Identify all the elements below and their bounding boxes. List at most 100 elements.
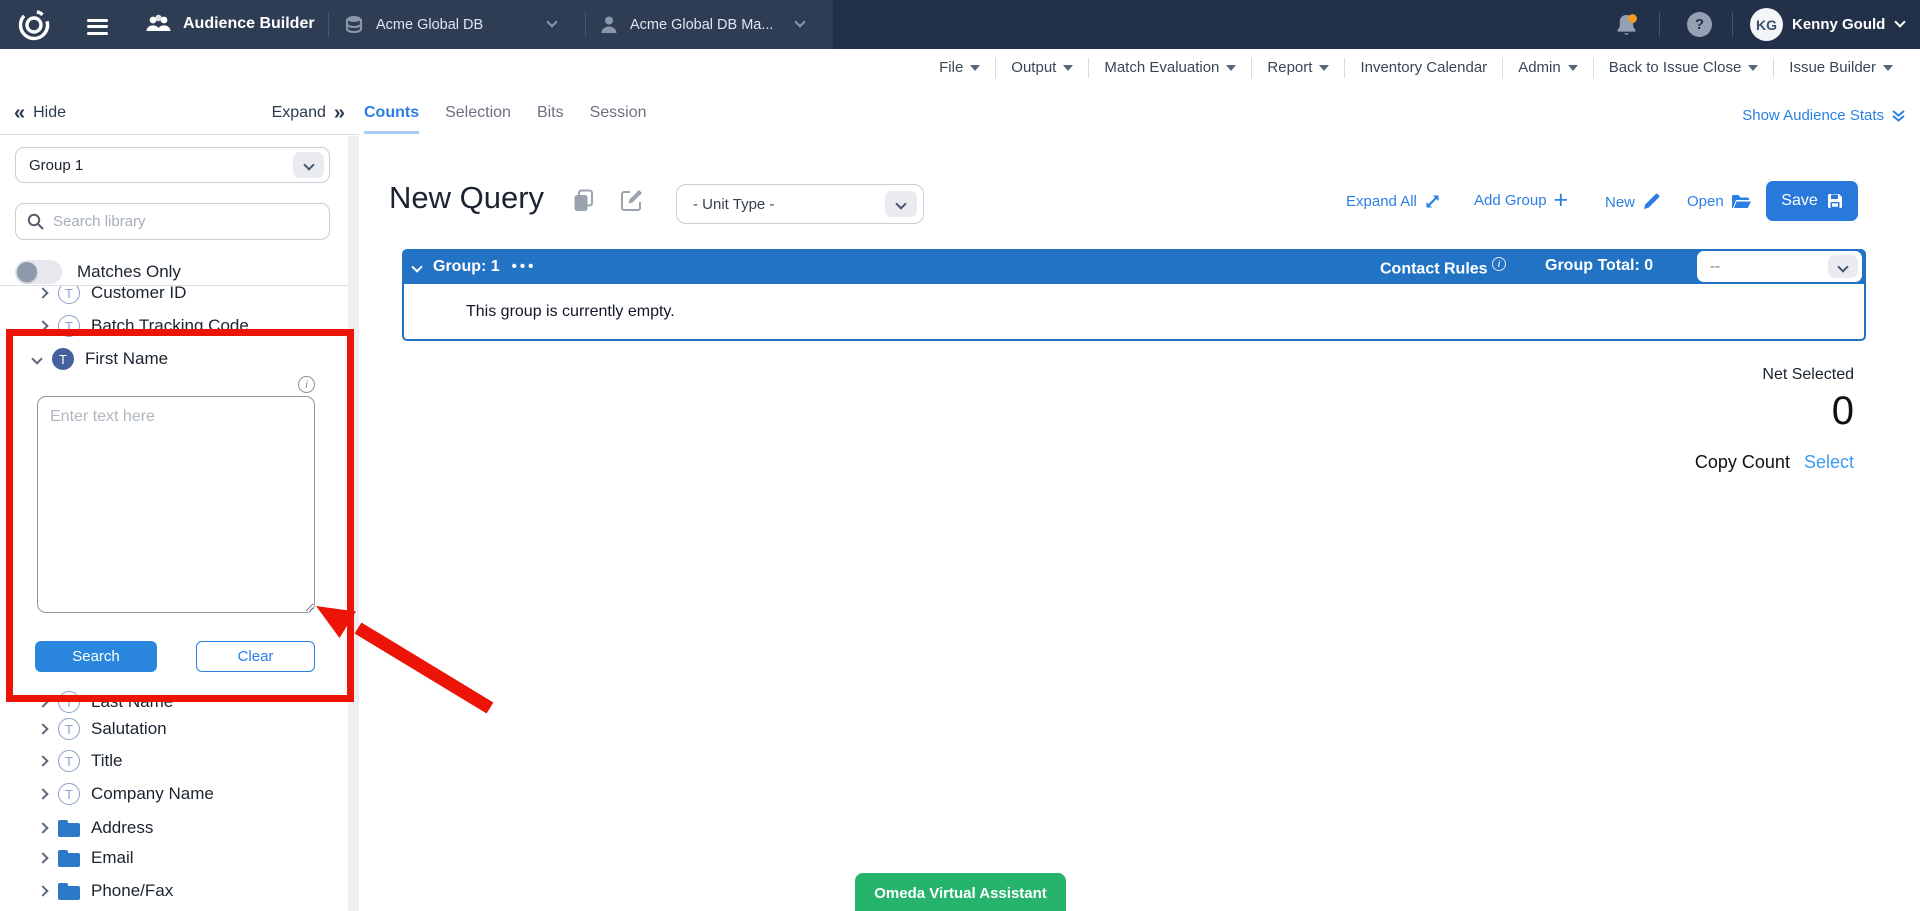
menu-admin[interactable]: Admin [1502, 58, 1593, 78]
group-collapse-chevron-icon[interactable] [411, 261, 422, 272]
chevron-right-icon [37, 755, 48, 766]
text-field-type-icon [58, 315, 80, 337]
menu-issue-builder[interactable]: Issue Builder [1773, 58, 1908, 78]
group-empty-panel: This group is currently empty. [402, 284, 1866, 341]
group-select[interactable]: Group 1 [15, 147, 330, 183]
caret-down-icon [1748, 65, 1758, 71]
info-icon [1492, 257, 1506, 271]
copy-count-label: Copy Count [1695, 452, 1790, 472]
show-audience-stats-link[interactable]: Show Audience Stats [1742, 107, 1906, 124]
matches-only-row: Matches Only [15, 260, 181, 284]
menu-report[interactable]: Report [1251, 58, 1344, 78]
omeda-virtual-assistant-button[interactable]: Omeda Virtual Assistant [855, 873, 1066, 911]
profile-selector-value: Acme Global DB Ma... [630, 17, 773, 33]
menu-inventory-calendar[interactable]: Inventory Calendar [1344, 58, 1502, 78]
tree-item-title[interactable]: Title [39, 749, 123, 773]
tree-item-batch-tracking-code[interactable]: Batch Tracking Code [39, 314, 249, 338]
tree-item-phone-fax[interactable]: Phone/Fax [39, 879, 173, 903]
tree-item-first-name[interactable]: First Name [33, 347, 168, 371]
tab-bits[interactable]: Bits [537, 104, 564, 134]
new-query-link[interactable]: New [1605, 193, 1660, 211]
caret-down-icon [970, 65, 980, 71]
help-icon[interactable]: ? [1687, 12, 1712, 37]
tree-item-customer-id[interactable]: Customer ID [39, 286, 186, 305]
caret-down-icon [1319, 65, 1329, 71]
group-header-bar: Group: 1 ••• Contact Rules Group Total: … [402, 249, 1866, 284]
sidebar-scrollbar[interactable] [348, 136, 359, 911]
user-name: Kenny Gould [1792, 16, 1885, 33]
notifications-bell-icon[interactable] [1613, 12, 1640, 39]
text-field-type-icon [58, 718, 80, 740]
net-selected-label: Net Selected [1762, 366, 1854, 384]
chevron-right-icon [37, 287, 48, 298]
caret-down-icon [1568, 65, 1578, 71]
navbar-divider [328, 12, 329, 37]
matches-only-label: Matches Only [77, 262, 181, 282]
group-header-title: Group: 1 [433, 258, 500, 276]
database-selector[interactable]: Acme Global DB [345, 0, 585, 49]
navbar-divider [585, 12, 586, 37]
menu-output[interactable]: Output [995, 58, 1088, 78]
field-library-tree: Customer ID Batch Tracking Code First Na… [0, 286, 348, 911]
audience-builder-app: Audience Builder Acme Global DB Acme Glo… [0, 0, 1920, 911]
tree-item-email[interactable]: Email [39, 846, 134, 870]
group-total: Group Total: 0 [1545, 257, 1653, 275]
group-header-left[interactable]: Group: 1 ••• [413, 249, 536, 284]
contact-rules-link[interactable]: Contact Rules [1380, 257, 1506, 278]
avatar[interactable]: KG [1750, 8, 1783, 41]
tree-item-salutation[interactable]: Salutation [39, 717, 167, 741]
hamburger-menu-icon[interactable] [87, 15, 108, 38]
person-icon [600, 15, 618, 34]
menu-file[interactable]: File [924, 58, 995, 78]
folder-icon [58, 850, 80, 867]
unit-type-chevron-button[interactable] [885, 191, 917, 217]
save-button[interactable]: Save [1766, 181, 1858, 221]
group-logic-select[interactable]: -- [1697, 251, 1862, 282]
tab-session[interactable]: Session [590, 104, 647, 134]
app-title: Audience Builder [183, 15, 315, 33]
tree-item-last-name[interactable]: Last Name [39, 690, 173, 714]
tab-counts[interactable]: Counts [364, 104, 419, 134]
chevron-down-icon [1837, 261, 1848, 272]
field-clear-button[interactable]: Clear [196, 641, 315, 672]
field-search-button[interactable]: Search [35, 641, 157, 672]
library-search [15, 203, 330, 240]
main-menu-bar: File Output Match Evaluation Report Inve… [924, 49, 1908, 86]
open-query-link[interactable]: Open [1687, 193, 1752, 210]
tab-selection[interactable]: Selection [445, 104, 511, 134]
tree-item-company-name[interactable]: Company Name [39, 782, 214, 806]
copy-count-select-link[interactable]: Select [1804, 452, 1854, 472]
text-field-type-icon [58, 286, 80, 304]
save-floppy-icon [1827, 193, 1843, 209]
top-navbar: Audience Builder Acme Global DB Acme Glo… [0, 0, 1920, 49]
expand-all-link[interactable]: Expand All [1346, 193, 1441, 210]
add-group-link[interactable]: Add Group + [1474, 190, 1568, 210]
unit-type-select[interactable]: - Unit Type - [676, 184, 924, 224]
chevron-right-icon [37, 852, 48, 863]
caret-down-icon [1883, 65, 1893, 71]
copy-icon[interactable] [573, 189, 595, 213]
expand-all-icon [1424, 193, 1441, 210]
text-field-type-icon [58, 691, 80, 713]
field-info-icon[interactable] [298, 376, 315, 393]
net-selected-block: Net Selected 0 [1762, 366, 1854, 434]
double-chevron-left-icon: « [14, 103, 25, 123]
menu-match-evaluation[interactable]: Match Evaluation [1088, 58, 1251, 78]
navbar-divider [1732, 12, 1733, 37]
first-name-values-textarea[interactable] [37, 396, 315, 613]
pencil-icon [1642, 193, 1660, 211]
search-library-input[interactable] [53, 213, 303, 230]
hide-sidebar-button[interactable]: «Hide [14, 103, 66, 123]
group-select-chevron-button[interactable] [293, 152, 324, 178]
group-empty-message: This group is currently empty. [466, 303, 675, 321]
edit-icon[interactable] [620, 189, 643, 212]
group-menu-ellipsis-icon[interactable]: ••• [512, 258, 537, 275]
group-logic-chevron-button[interactable] [1828, 255, 1858, 278]
profile-selector[interactable]: Acme Global DB Ma... [600, 0, 825, 49]
query-tabs: Counts Selection Bits Session [364, 104, 647, 134]
menu-back-to-issue-close[interactable]: Back to Issue Close [1593, 58, 1774, 78]
tree-item-address[interactable]: Address [39, 816, 153, 840]
matches-only-toggle[interactable] [15, 260, 62, 284]
expand-sidebar-button[interactable]: Expand» [272, 103, 345, 123]
omeda-logo-icon[interactable] [17, 7, 51, 41]
